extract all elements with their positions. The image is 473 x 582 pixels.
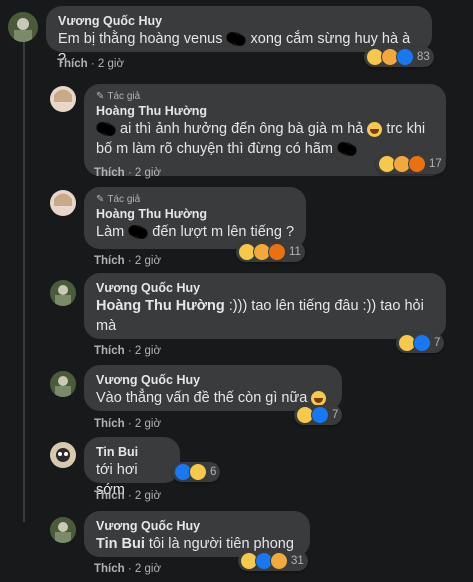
avatar[interactable] (50, 517, 76, 543)
avatar[interactable] (50, 442, 76, 468)
reactions-summary[interactable]: 11 (236, 242, 305, 262)
comment-author[interactable]: Hoàng Thu Hường (96, 103, 434, 119)
avatar-image-icon (50, 442, 76, 468)
separator: · (124, 167, 135, 179)
comment-time[interactable]: 2 giờ (98, 58, 124, 70)
comment-author[interactable]: Vương Quốc Huy (58, 13, 420, 29)
avatar-image-icon (50, 371, 76, 397)
redaction-scribble-icon (128, 225, 149, 240)
redaction-scribble-icon (96, 122, 116, 137)
like-reaction-icon (413, 334, 431, 352)
avatar[interactable] (50, 86, 76, 112)
comment-text-part: tôi là người tiên phong (144, 536, 294, 552)
comment-meta: Thích · 2 giờ (94, 563, 161, 575)
laughing-emoji-icon (311, 390, 327, 406)
comment-text-part: Em bị thằng hoàng venus (58, 31, 227, 47)
haha-reaction-icon (189, 463, 207, 481)
mention-link[interactable]: Hoàng Thu Hường (96, 298, 225, 314)
reactions-summary[interactable]: 7 (294, 405, 343, 425)
angry-reaction-icon (408, 155, 426, 173)
reaction-count: 7 (434, 337, 441, 349)
author-badge: ✎ Tác giả (96, 91, 434, 102)
comment-time[interactable]: 2 giờ (135, 563, 161, 575)
pen-icon: ✎ (96, 194, 105, 205)
reaction-count: 6 (210, 466, 217, 478)
avatar[interactable] (50, 280, 76, 306)
comment-meta: Thích · 2 giờ (94, 345, 161, 357)
redaction-scribble-icon (226, 32, 247, 47)
comment-text: ai thì ảnh hưởng đến ông bà già m hả trc… (96, 119, 434, 159)
comment-time[interactable]: 2 giờ (135, 255, 161, 267)
comment-bubble: Tin Bui tới hơi sớm (84, 437, 180, 498)
avatar-image-icon (50, 280, 76, 306)
comment-bubble: ✎ Tác giả Hoàng Thu Hường Làm đến lượt m … (84, 187, 306, 249)
separator: · (124, 345, 135, 357)
avatar[interactable] (50, 190, 76, 216)
comment-meta: Thích · 2 giờ (94, 418, 161, 430)
sad-reaction-icon (270, 552, 288, 570)
comment-author[interactable]: Vương Quốc Huy (96, 372, 330, 388)
pen-icon: ✎ (96, 91, 105, 102)
reaction-count: 17 (429, 158, 442, 170)
avatar[interactable] (50, 371, 76, 397)
avatar[interactable] (8, 12, 38, 42)
reaction-count: 83 (417, 51, 430, 63)
comment-author[interactable]: Vương Quốc Huy (96, 280, 434, 296)
like-button[interactable]: Thích (94, 490, 125, 502)
separator: · (124, 563, 135, 575)
avatar-image-icon (50, 190, 76, 216)
mention-link[interactable]: Tin Bui (96, 536, 145, 552)
avatar-image-icon (50, 517, 76, 543)
comment-text-part: đến lượt m lên tiếng ? (148, 224, 295, 240)
comment-text: Hoàng Thu Hường :))) tao lên tiếng đâu :… (96, 296, 434, 336)
badge-label: Tác giả (107, 194, 141, 205)
like-button[interactable]: Thích (94, 345, 125, 357)
separator: · (87, 58, 98, 70)
comment-meta: Thích · 2 giờ (94, 255, 161, 267)
laughing-emoji-icon (367, 121, 383, 137)
like-reaction-icon (311, 406, 329, 424)
comment-time[interactable]: 2 giờ (135, 418, 161, 430)
redaction-scribble-icon (337, 142, 358, 157)
comment-author[interactable]: Vương Quốc Huy (96, 518, 298, 534)
thread-line (23, 42, 25, 522)
comment-text: Vào thẳng vấn đề thế còn gì nữa (96, 388, 330, 408)
reaction-count: 7 (332, 409, 339, 421)
comment-meta: Thích · 2 giờ (94, 490, 161, 502)
avatar-image-icon (8, 12, 38, 42)
reactions-summary[interactable]: 6 (172, 462, 221, 482)
comment-text-part: Vào thẳng vấn đề thế còn gì nữa (96, 390, 312, 406)
comment-bubble: Vương Quốc Huy Em bị thằng hoàng venus x… (46, 6, 432, 67)
reactions-summary[interactable]: 17 (376, 154, 446, 174)
like-button[interactable]: Thích (94, 418, 125, 430)
reaction-count: 31 (291, 555, 304, 567)
reactions-summary[interactable]: 83 (364, 47, 434, 67)
reactions-summary[interactable]: 31 (238, 551, 308, 571)
badge-label: Tác giả (107, 91, 141, 102)
comment-time[interactable]: 2 giờ (135, 167, 161, 179)
like-button[interactable]: Thích (94, 167, 125, 179)
comment-time[interactable]: 2 giờ (135, 345, 161, 357)
comment-author[interactable]: Hoàng Thu Hường (96, 206, 294, 222)
author-badge: ✎ Tác giả (96, 194, 294, 205)
comment-text: Làm đến lượt m lên tiếng ? (96, 222, 294, 242)
comment-time[interactable]: 2 giờ (135, 490, 161, 502)
comment-text-part: ai thì ảnh hưởng đến ông bà già m hả (116, 121, 368, 137)
like-reaction-icon (396, 48, 414, 66)
comment-meta: Thích · 2 giờ (94, 167, 161, 179)
avatar-image-icon (50, 86, 76, 112)
reactions-summary[interactable]: 7 (396, 333, 445, 353)
comment-author[interactable]: Tin Bui (96, 444, 168, 460)
like-button[interactable]: Thích (57, 58, 88, 70)
separator: · (124, 490, 135, 502)
like-button[interactable]: Thích (94, 255, 125, 267)
angry-reaction-icon (268, 243, 286, 261)
comment-bubble: Vương Quốc Huy Hoàng Thu Hường :))) tao … (84, 273, 446, 339)
reaction-count: 11 (289, 246, 301, 258)
like-button[interactable]: Thích (94, 563, 125, 575)
comment-text-part: Làm (96, 224, 129, 240)
separator: · (124, 418, 135, 430)
separator: · (124, 255, 135, 267)
comment-meta: Thích · 2 giờ (57, 58, 124, 70)
